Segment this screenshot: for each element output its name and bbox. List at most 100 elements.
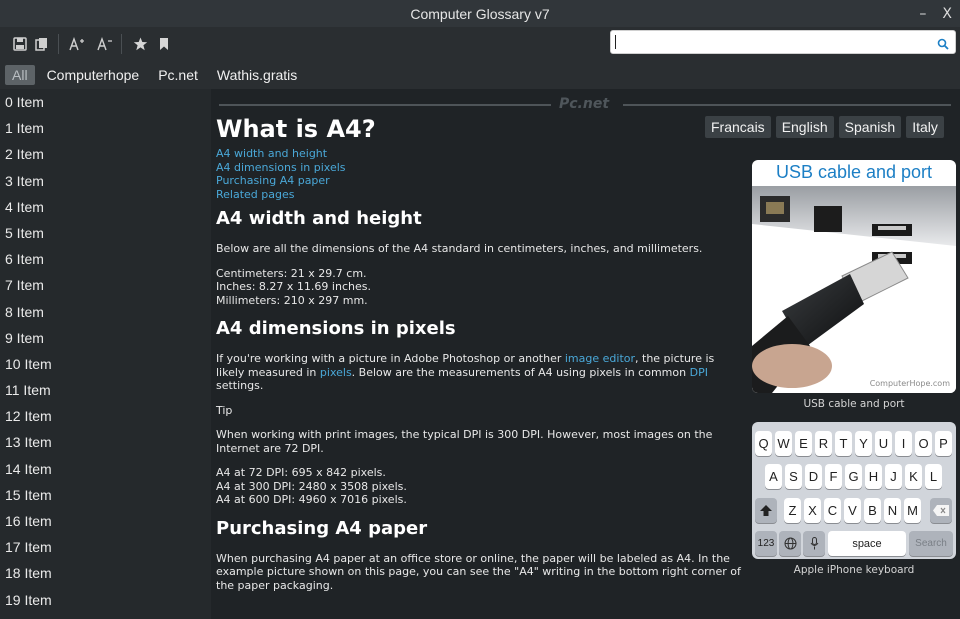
keyboard-key: Q (755, 431, 772, 456)
keyboard-key: Z (784, 498, 801, 523)
font-decrease-icon[interactable] (95, 34, 115, 54)
brand-divider (219, 104, 551, 106)
dpi-line: A4 at 600 DPI: 4960 x 7016 pixels. (216, 493, 407, 506)
sidebar-item[interactable]: 2 Item (0, 141, 211, 167)
minimize-button[interactable]: – (919, 6, 926, 22)
sidebar-item[interactable]: 9 Item (0, 325, 211, 351)
keyboard-key: C (824, 498, 841, 523)
lang-spanish-button[interactable]: Spanish (838, 116, 902, 138)
keyboard-key: W (775, 431, 792, 456)
sidebar-item[interactable]: 7 Item (0, 272, 211, 298)
keyboard-key: U (875, 431, 892, 456)
keyboard-key: N (884, 498, 901, 523)
dpi-line: A4 at 300 DPI: 2480 x 3508 pixels. (216, 479, 407, 493)
keyboard-key: I (895, 431, 912, 456)
toolbar (0, 27, 960, 61)
lang-english-button[interactable]: English (775, 116, 834, 138)
sidebar-item[interactable]: 16 Item (0, 508, 211, 534)
window-title: Computer Glossary v7 (410, 5, 550, 22)
dimensions-list: Centimeters: 21 x 29.7 cm. Inches: 8.27 … (216, 267, 741, 308)
font-increase-icon[interactable] (67, 34, 87, 54)
paragraph: When purchasing A4 paper at an office st… (216, 551, 741, 592)
sidebar-item[interactable]: 10 Item (0, 351, 211, 377)
image-editor-link[interactable]: image editor (565, 352, 635, 365)
dpi-link[interactable]: DPI (690, 366, 708, 379)
dimension-line: Millimeters: 210 x 297 mm. (216, 293, 368, 307)
article-body: What is A4? A4 width and height A4 dimen… (216, 115, 741, 603)
keyboard-key: P (935, 431, 952, 456)
bookmark-icon[interactable] (154, 34, 174, 54)
close-button[interactable]: X (942, 6, 952, 22)
tab-wathis-gratis[interactable]: Wathis.gratis (210, 65, 304, 85)
keyboard-key: R (815, 431, 832, 456)
paragraph: Below are all the dimensions of the A4 s… (216, 242, 703, 255)
sidebar-item[interactable]: 14 Item (0, 456, 211, 482)
globe-key-icon (779, 531, 801, 556)
tab-all[interactable]: All (5, 65, 35, 85)
text: settings. (216, 379, 264, 392)
text: . Below are the measurements of A4 using… (351, 365, 690, 379)
keyboard-key: E (795, 431, 812, 456)
keyboard-key: O (915, 431, 932, 456)
lang-italy-button[interactable]: Italy (906, 116, 944, 138)
tip-label: Tip (216, 403, 233, 417)
sidebar-item[interactable]: 19 Item (0, 587, 211, 613)
image-title: USB cable and port (775, 162, 933, 182)
source-brand-bar: Pc.net (219, 96, 951, 114)
toc-link[interactable]: Related pages (216, 188, 741, 202)
tab-computerhope[interactable]: Computerhope (40, 65, 147, 85)
dpi-list: A4 at 72 DPI: 695 x 842 pixels. A4 at 30… (216, 466, 741, 507)
brand-divider (623, 104, 951, 106)
sidebar-item[interactable]: 11 Item (0, 377, 211, 403)
search-box[interactable] (610, 30, 956, 54)
source-tabs: All Computerhope Pc.net Wathis.gratis (0, 61, 960, 89)
image-watermark: ComputerHope.com (870, 379, 951, 388)
keyboard-key: H (865, 464, 882, 489)
save-icon[interactable] (10, 34, 30, 54)
keyboard-key: D (805, 464, 822, 489)
article-pane: Pc.net Francais English Spanish Italy Wh… (211, 89, 960, 619)
sidebar-item[interactable]: 18 Item (0, 560, 211, 586)
toc-link[interactable]: A4 width and height (216, 147, 741, 161)
toc-link[interactable]: A4 dimensions in pixels (216, 161, 741, 175)
sidebar-item[interactable]: 5 Item (0, 220, 211, 246)
usb-photo: ComputerHope.com (752, 186, 956, 393)
tip-text: When working with print images, the typi… (216, 428, 713, 455)
keyboard-key: L (925, 464, 942, 489)
keyboard-key: K (905, 464, 922, 489)
usb-image: USB cable and port ComputerHope.com (752, 160, 956, 393)
keyboard-key: X (804, 498, 821, 523)
image-caption: USB cable and port (803, 398, 905, 410)
backspace-key-icon (930, 498, 952, 523)
sidebar-item[interactable]: 15 Item (0, 482, 211, 508)
usb-figure: USB cable and port ComputerHope.com USB … (752, 160, 956, 410)
sidebar-item[interactable]: 0 Item (0, 89, 211, 115)
keyboard-key: M (904, 498, 921, 523)
sidebar-item[interactable]: 3 Item (0, 168, 211, 194)
sidebar-item[interactable]: 12 Item (0, 403, 211, 429)
keyboard-figure: Q W E R T Y U I O P A S D F G H J K L Z X C V B N M 123 space Search… (752, 422, 956, 576)
table-of-contents: A4 width and height A4 dimensions in pix… (216, 147, 741, 201)
sidebar-item[interactable]: 8 Item (0, 299, 211, 325)
keyboard-key: S (785, 464, 802, 489)
sidebar-item[interactable]: 4 Item (0, 194, 211, 220)
copy-icon[interactable] (32, 34, 52, 54)
search-input[interactable] (611, 31, 921, 53)
dpi-line: A4 at 72 DPI: 695 x 842 pixels. (216, 466, 386, 479)
sidebar-item[interactable]: 6 Item (0, 246, 211, 272)
sidebar-item[interactable]: 13 Item (0, 429, 211, 455)
search-icon[interactable] (937, 35, 949, 54)
toc-link[interactable]: Purchasing A4 paper (216, 174, 741, 188)
dimension-line: Centimeters: 21 x 29.7 cm. (216, 266, 367, 280)
numbers-key: 123 (755, 531, 777, 556)
sidebar-item[interactable]: 1 Item (0, 115, 211, 141)
keyboard-key: J (885, 464, 902, 489)
tab-pcnet[interactable]: Pc.net (151, 65, 205, 85)
keyboard-key: B (864, 498, 881, 523)
sidebar-item[interactable]: 17 Item (0, 534, 211, 560)
keyboard-key: A (765, 464, 782, 489)
page-title: What is A4? (216, 115, 376, 143)
keyboard-key: T (835, 431, 852, 456)
pixels-link[interactable]: pixels (320, 366, 352, 379)
star-icon[interactable] (130, 34, 150, 54)
